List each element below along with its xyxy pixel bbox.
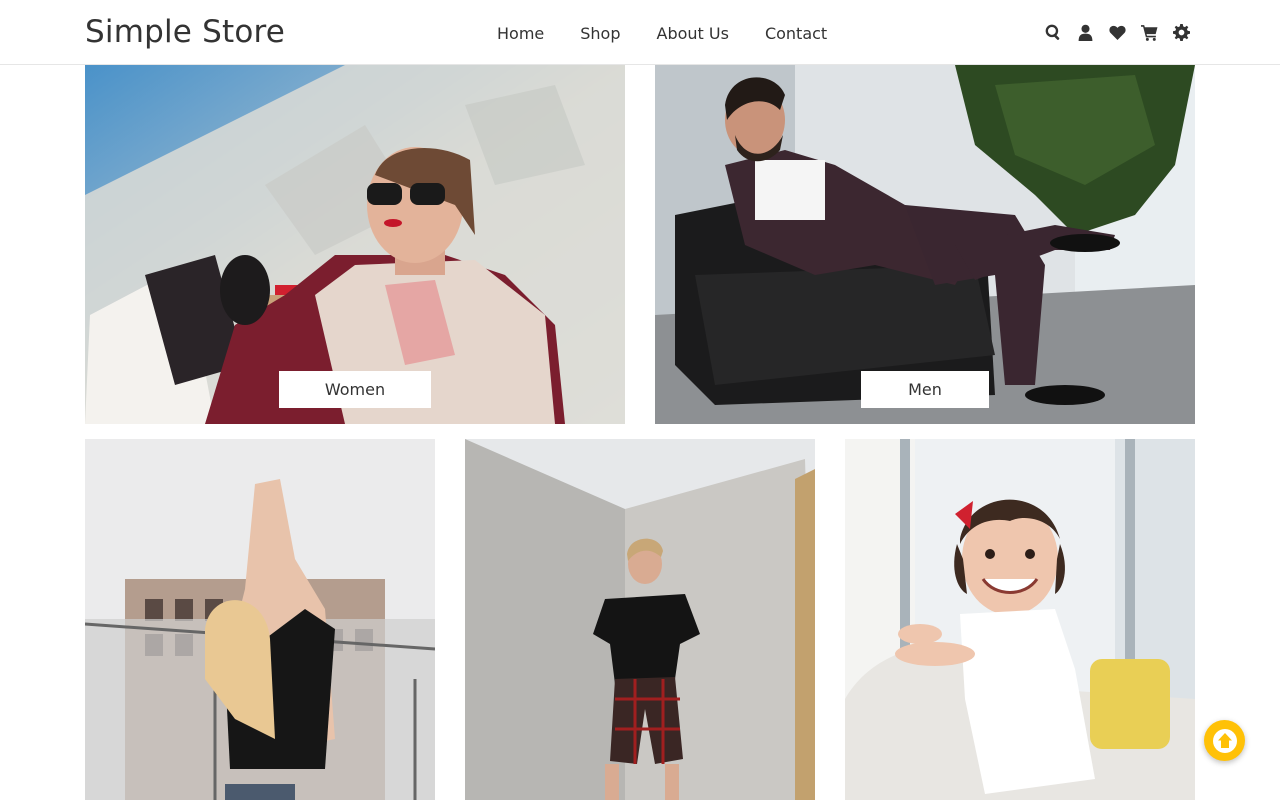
boy-fashion-image — [465, 439, 815, 800]
header-icons — [1044, 22, 1190, 42]
girl-fashion-image — [85, 439, 435, 800]
gear-icon[interactable] — [1172, 22, 1190, 42]
heart-icon[interactable] — [1108, 22, 1126, 42]
nav-home[interactable]: Home — [497, 24, 544, 44]
brand-logo[interactable]: Simple Store — [85, 14, 285, 50]
nav-contact[interactable]: Contact — [765, 24, 827, 44]
category-card-men[interactable]: Men — [655, 65, 1195, 424]
main-nav: Home Shop About Us Contact — [497, 24, 863, 44]
category-card-women[interactable]: Women — [85, 65, 625, 424]
cart-icon[interactable] — [1140, 22, 1158, 42]
site-header: Simple Store Home Shop About Us Contact — [0, 0, 1280, 65]
product-card-boy[interactable] — [465, 439, 815, 800]
arrow-up-icon — [1212, 728, 1237, 753]
product-card-baby[interactable] — [845, 439, 1195, 800]
category-label-women[interactable]: Women — [279, 371, 431, 408]
user-icon[interactable] — [1076, 22, 1094, 42]
nav-about-us[interactable]: About Us — [657, 24, 729, 44]
search-icon[interactable] — [1044, 22, 1062, 42]
baby-fashion-image — [845, 439, 1195, 800]
scroll-to-top-button[interactable] — [1204, 720, 1245, 761]
category-label-men[interactable]: Men — [861, 371, 989, 408]
nav-shop[interactable]: Shop — [580, 24, 620, 44]
product-card-girl[interactable] — [85, 439, 435, 800]
